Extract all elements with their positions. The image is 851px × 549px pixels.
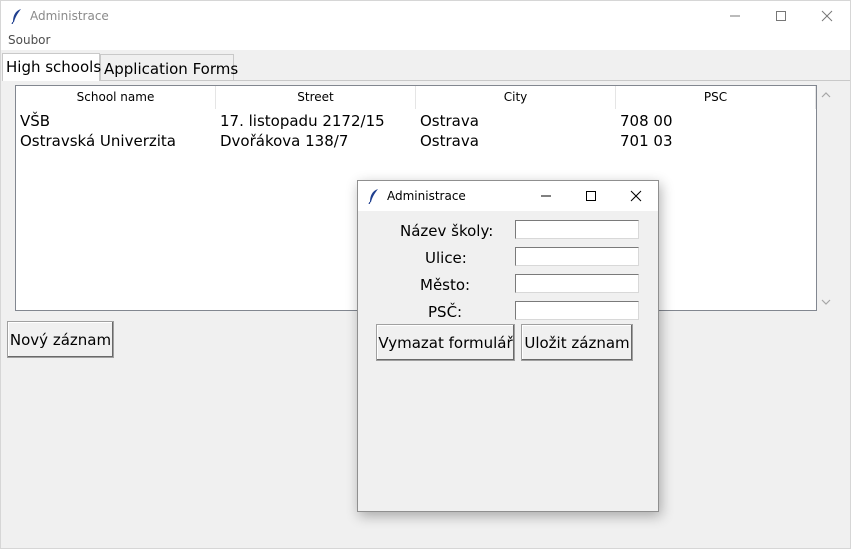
street-input[interactable]	[515, 247, 639, 266]
label-street: Ulice:	[425, 249, 467, 267]
tab-application-forms[interactable]: Application Forms	[100, 54, 238, 80]
column-header-city[interactable]: City	[416, 86, 616, 109]
save-record-button[interactable]: Uložit záznam	[521, 324, 633, 361]
cell-street: Dvořákova 138/7	[220, 132, 349, 150]
dialog-title: Administrace	[387, 189, 466, 203]
cell-psc: 701 03	[620, 132, 673, 150]
minimize-icon[interactable]	[712, 1, 758, 31]
dialog-title-bar: Administrace	[358, 181, 658, 211]
record-dialog: Administrace Název školy: Ulice: Město: …	[357, 180, 659, 512]
scroll-down-icon[interactable]	[821, 297, 831, 307]
table-row[interactable]: Ostravská Univerzita Dvořákova 138/7 Ost…	[16, 131, 816, 151]
cell-street: 17. listopadu 2172/15	[220, 112, 385, 130]
table-header: School name Street City PSC	[16, 86, 816, 109]
cell-school-name: VŠB	[20, 112, 51, 130]
minimize-icon[interactable]	[523, 181, 568, 211]
title-bar: Administrace	[1, 1, 850, 31]
tk-feather-icon	[11, 8, 23, 25]
menu-soubor[interactable]: Soubor	[8, 33, 50, 47]
tk-feather-icon	[368, 188, 380, 205]
clear-form-button[interactable]: Vymazat formulář	[376, 324, 515, 361]
maximize-icon[interactable]	[568, 181, 613, 211]
psc-input[interactable]	[515, 301, 639, 320]
column-header-psc[interactable]: PSC	[616, 86, 816, 109]
cell-psc: 708 00	[620, 112, 673, 130]
school-name-input[interactable]	[515, 220, 639, 239]
table-scrollbar[interactable]	[817, 85, 835, 311]
tab-high-schools[interactable]: High schools	[2, 53, 101, 81]
menu-bar: Soubor	[1, 31, 850, 50]
city-input[interactable]	[515, 274, 639, 293]
window-title: Administrace	[30, 9, 109, 23]
close-icon[interactable]	[804, 1, 850, 31]
cell-city: Ostrava	[420, 132, 479, 150]
label-psc: PSČ:	[428, 303, 463, 321]
maximize-icon[interactable]	[758, 1, 804, 31]
close-icon[interactable]	[613, 181, 658, 211]
cell-school-name: Ostravská Univerzita	[20, 132, 176, 150]
cell-city: Ostrava	[420, 112, 479, 130]
column-header-street[interactable]: Street	[216, 86, 416, 109]
label-school-name: Název školy:	[400, 222, 494, 240]
scroll-up-icon[interactable]	[821, 90, 831, 100]
label-city: Město:	[420, 276, 471, 294]
column-header-school-name[interactable]: School name	[16, 86, 216, 109]
new-record-button[interactable]: Nový záznam	[7, 321, 114, 358]
table-row[interactable]: VŠB 17. listopadu 2172/15 Ostrava 708 00	[16, 111, 816, 131]
